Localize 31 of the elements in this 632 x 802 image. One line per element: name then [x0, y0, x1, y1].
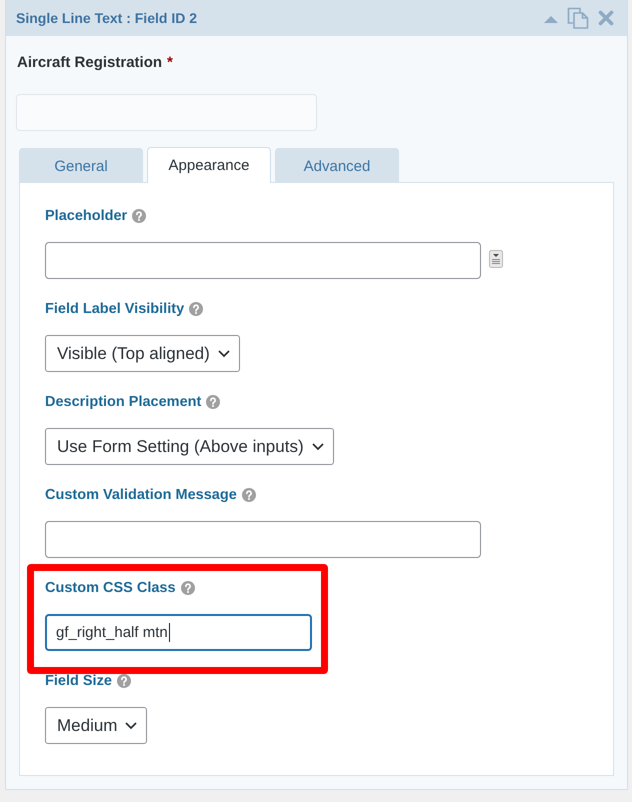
- setting-label: Field Label Visibility: [45, 301, 184, 317]
- setting-label: Custom Validation Message: [45, 487, 237, 503]
- setting-label: Custom CSS Class: [45, 580, 176, 596]
- chevron-down-icon: [125, 722, 138, 730]
- help-icon[interactable]: [132, 209, 146, 223]
- tab[interactable]: Appearance: [147, 147, 271, 183]
- setting-label: Placeholder: [45, 208, 128, 224]
- required-mark: *: [167, 54, 173, 70]
- chevron-down-icon: [218, 350, 230, 358]
- field-label: Aircraft Registration: [17, 54, 162, 70]
- dropdown[interactable]: Visible (Top aligned): [45, 335, 240, 372]
- help-icon[interactable]: [189, 302, 204, 316]
- help-icon[interactable]: [180, 581, 195, 595]
- text-input[interactable]: [45, 521, 481, 558]
- help-icon[interactable]: [206, 395, 220, 409]
- text-input[interactable]: gf_right_half mtn: [45, 614, 312, 651]
- panel-title: Single Line Text : Field ID 2: [16, 10, 197, 26]
- help-icon[interactable]: [242, 488, 256, 502]
- dropdown[interactable]: Use Form Setting (Above inputs): [45, 428, 334, 465]
- document-icon[interactable]: [489, 250, 503, 268]
- setting-label: Field Size: [45, 673, 112, 689]
- copy-icon[interactable]: [567, 7, 589, 29]
- text-input[interactable]: [45, 242, 481, 279]
- dropdown[interactable]: Medium: [45, 707, 148, 744]
- setting-label: Description Placement: [45, 394, 202, 410]
- tab[interactable]: General: [19, 148, 143, 183]
- chevron-down-icon: [312, 442, 324, 450]
- help-icon[interactable]: [116, 674, 131, 688]
- caret-up-icon[interactable]: [544, 15, 558, 23]
- tab[interactable]: Advanced: [275, 148, 399, 183]
- close-icon[interactable]: [598, 10, 614, 26]
